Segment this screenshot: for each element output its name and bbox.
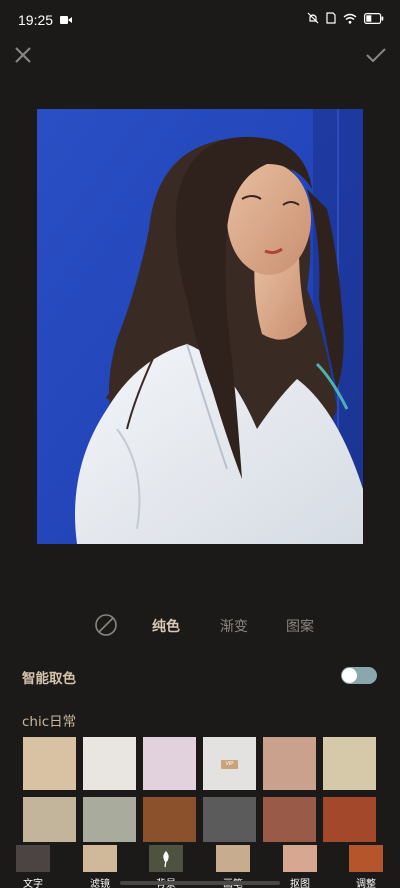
tab-pattern[interactable]: 图案 <box>286 616 314 636</box>
tool-label: 抠图 <box>290 879 310 888</box>
color-swatch[interactable] <box>23 737 76 790</box>
brush-tool-icon <box>216 845 250 872</box>
status-time: 19:25 <box>18 12 54 28</box>
palette-title: chic日常 <box>22 714 77 730</box>
tab-solid-color[interactable]: 纯色 <box>152 616 180 636</box>
toggle-knob <box>342 668 357 683</box>
confirm-check-icon[interactable] <box>364 44 388 66</box>
color-swatch[interactable] <box>263 737 316 790</box>
close-icon[interactable] <box>12 44 34 66</box>
photo-preview[interactable] <box>37 109 363 544</box>
sim-card-icon <box>326 12 336 24</box>
portrait-image <box>37 109 363 544</box>
tool-label: 调整 <box>356 879 376 888</box>
text-tool-icon <box>16 845 50 872</box>
battery-icon <box>364 12 384 24</box>
wifi-icon <box>343 13 357 24</box>
tool-filter[interactable]: 滤镜 <box>80 845 120 888</box>
home-indicator[interactable] <box>120 881 280 885</box>
background-tool-icon <box>149 845 183 872</box>
tool-label: 文字 <box>23 879 43 888</box>
tool-cutout[interactable]: 抠图 <box>280 845 320 888</box>
tool-text[interactable]: 文字 <box>13 845 53 888</box>
background-type-tabs: 纯色 渐变 图案 <box>0 612 400 638</box>
cutout-tool-icon <box>283 845 317 872</box>
vip-badge: VIP <box>221 760 238 769</box>
smart-color-label: 智能取色 <box>22 671 76 687</box>
tool-adjust[interactable]: 调整 <box>346 845 386 888</box>
color-swatch[interactable] <box>83 737 136 790</box>
no-background-icon[interactable] <box>94 613 118 637</box>
color-swatch[interactable] <box>143 737 196 790</box>
color-swatch[interactable] <box>323 737 376 790</box>
mute-icon <box>307 12 319 24</box>
adjust-tool-icon <box>349 845 383 872</box>
color-swatch[interactable]: VIP <box>203 737 256 790</box>
filter-tool-icon <box>83 845 117 872</box>
tab-gradient[interactable]: 渐变 <box>220 616 248 636</box>
tool-label: 滤镜 <box>90 879 110 888</box>
smart-color-toggle[interactable] <box>341 667 377 684</box>
bottom-toolbar: 文字 滤镜 背景 画笔 抠图 调整 <box>0 842 400 888</box>
video-camera-icon <box>60 16 72 24</box>
status-bar: 19:25 <box>0 0 400 40</box>
